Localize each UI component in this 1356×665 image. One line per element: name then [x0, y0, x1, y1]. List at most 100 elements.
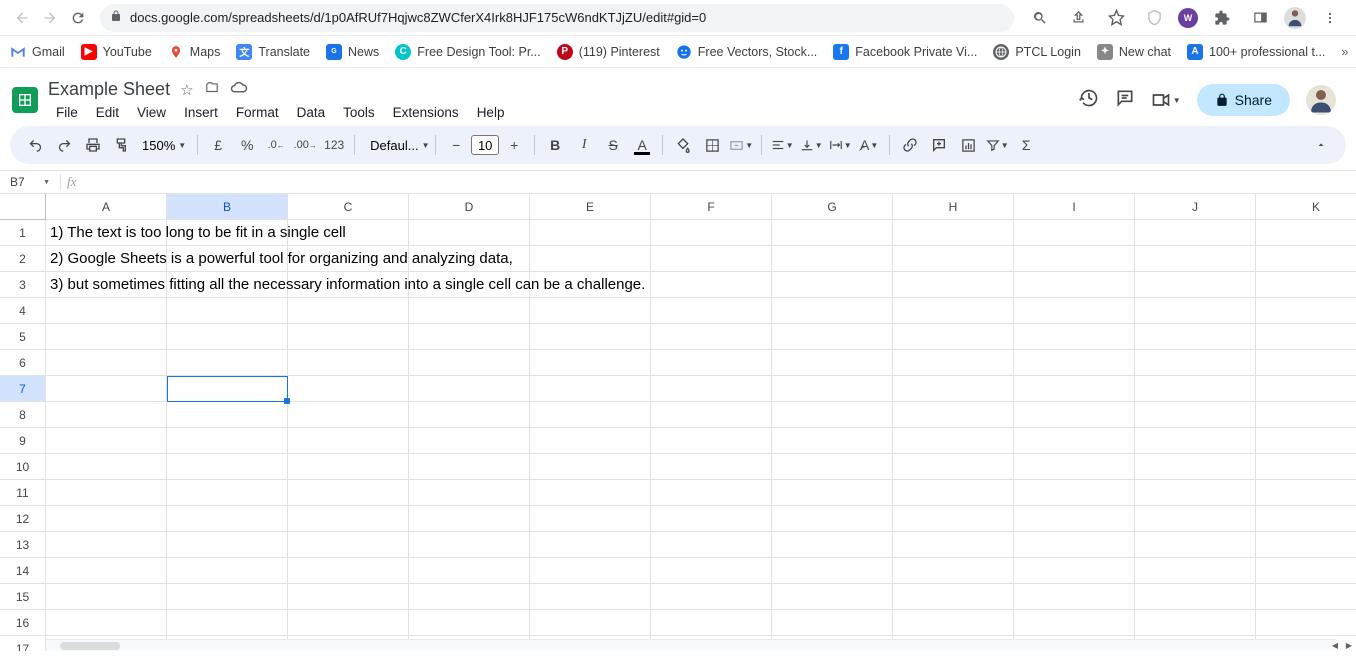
cell[interactable]: 2) Google Sheets is a powerful tool for … [46, 246, 167, 272]
cell[interactable] [893, 532, 1014, 558]
cell[interactable] [651, 454, 772, 480]
bookmark-star-icon[interactable] [1102, 4, 1130, 32]
cell[interactable] [651, 376, 772, 402]
formula-input[interactable] [84, 171, 1356, 193]
scroll-right-icon[interactable]: ▶ [1342, 639, 1356, 651]
column-header[interactable]: J [1135, 194, 1256, 220]
cell[interactable] [1135, 220, 1256, 246]
cell[interactable] [651, 324, 772, 350]
cell[interactable] [893, 506, 1014, 532]
cell[interactable] [409, 584, 530, 610]
zoom-select[interactable]: 150% ▼ [138, 138, 190, 153]
cell[interactable] [1014, 558, 1135, 584]
cell[interactable] [651, 506, 772, 532]
back-button[interactable] [8, 4, 36, 32]
cell[interactable] [46, 324, 167, 350]
cell[interactable] [46, 506, 167, 532]
cell[interactable] [772, 298, 893, 324]
cell[interactable] [530, 324, 651, 350]
spreadsheet-grid[interactable]: ABCDEFGHIJK11) The text is too long to b… [0, 194, 1356, 651]
row-header[interactable]: 16 [0, 610, 46, 636]
cell[interactable] [1135, 324, 1256, 350]
cell[interactable] [1256, 454, 1356, 480]
cell[interactable] [1256, 532, 1356, 558]
cell[interactable] [530, 298, 651, 324]
cell[interactable] [772, 324, 893, 350]
cell[interactable] [288, 402, 409, 428]
cell[interactable] [167, 402, 288, 428]
font-size-input[interactable] [471, 135, 499, 155]
share-button[interactable]: Share [1197, 84, 1290, 116]
cell[interactable]: 1) The text is too long to be fit in a s… [46, 220, 167, 246]
row-header[interactable]: 3 [0, 272, 46, 298]
row-header[interactable]: 14 [0, 558, 46, 584]
functions-button[interactable]: Σ [1013, 132, 1039, 158]
column-header[interactable]: G [772, 194, 893, 220]
paint-format-button[interactable] [109, 132, 135, 158]
bookmark-gmail[interactable]: Gmail [10, 44, 65, 60]
profile-avatar[interactable] [1284, 7, 1306, 29]
cell[interactable]: 3) but sometimes fitting all the necessa… [46, 272, 167, 298]
cell[interactable] [772, 220, 893, 246]
cell[interactable] [409, 558, 530, 584]
print-button[interactable] [80, 132, 106, 158]
cell[interactable] [651, 610, 772, 636]
text-color-button[interactable]: A [629, 132, 655, 158]
scrollbar-thumb[interactable] [60, 642, 120, 650]
cell[interactable] [530, 350, 651, 376]
cell[interactable] [1135, 350, 1256, 376]
cell[interactable] [1256, 350, 1356, 376]
bookmark-chat[interactable]: ✦New chat [1097, 44, 1171, 60]
cell[interactable] [1135, 246, 1256, 272]
cell[interactable] [530, 454, 651, 480]
extension-w-icon[interactable]: W [1178, 8, 1198, 28]
cell[interactable] [1014, 246, 1135, 272]
history-icon[interactable] [1079, 88, 1099, 113]
extensions-icon[interactable] [1208, 4, 1236, 32]
bookmark-pinterest[interactable]: P(119) Pinterest [557, 44, 660, 60]
cell[interactable] [409, 610, 530, 636]
cell[interactable] [772, 558, 893, 584]
cell[interactable] [772, 480, 893, 506]
cell[interactable] [772, 454, 893, 480]
horizontal-scrollbar[interactable] [46, 639, 1336, 651]
currency-button[interactable]: £ [205, 132, 231, 158]
cell[interactable] [893, 480, 1014, 506]
column-header[interactable]: I [1014, 194, 1135, 220]
cell[interactable] [1014, 506, 1135, 532]
cell[interactable] [1014, 376, 1135, 402]
cell[interactable] [1135, 454, 1256, 480]
cell[interactable] [893, 324, 1014, 350]
cell[interactable] [167, 558, 288, 584]
cell[interactable] [1135, 532, 1256, 558]
menu-data[interactable]: Data [289, 103, 334, 122]
menu-edit[interactable]: Edit [88, 103, 127, 122]
cell[interactable] [167, 454, 288, 480]
cell[interactable] [1135, 402, 1256, 428]
cell[interactable] [1014, 324, 1135, 350]
cell[interactable] [1256, 220, 1356, 246]
comment-button[interactable] [926, 132, 952, 158]
menu-view[interactable]: View [129, 103, 174, 122]
name-box[interactable]: B7▼ [0, 175, 54, 189]
share-url-icon[interactable] [1064, 4, 1092, 32]
menu-tools[interactable]: Tools [335, 103, 383, 122]
cell[interactable] [167, 298, 288, 324]
sheets-home-button[interactable] [10, 80, 40, 120]
toolbar-expand-button[interactable] [1308, 132, 1334, 158]
rotate-button[interactable]: A↗▼ [856, 132, 882, 158]
cell[interactable] [46, 376, 167, 402]
cell[interactable] [288, 454, 409, 480]
column-header[interactable]: B [167, 194, 288, 220]
chart-button[interactable] [955, 132, 981, 158]
link-button[interactable] [897, 132, 923, 158]
cell[interactable] [288, 298, 409, 324]
shield-extension-icon[interactable] [1140, 4, 1168, 32]
cell[interactable] [1135, 428, 1256, 454]
bookmarks-overflow-icon[interactable]: » [1341, 38, 1348, 66]
cell[interactable] [651, 298, 772, 324]
cell[interactable] [772, 402, 893, 428]
cell[interactable] [1014, 480, 1135, 506]
cell[interactable] [1135, 376, 1256, 402]
cell[interactable] [288, 610, 409, 636]
